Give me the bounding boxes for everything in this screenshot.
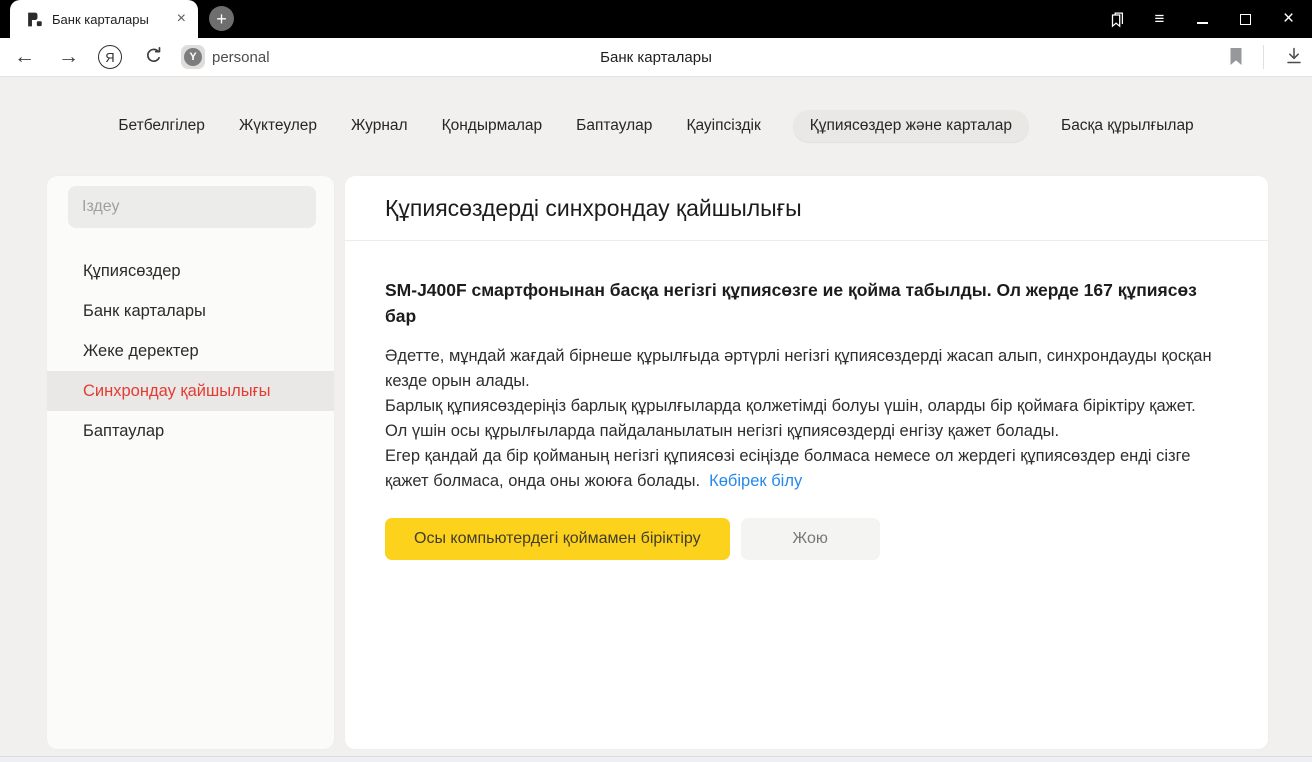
- browser-tab[interactable]: Банк карталары ×: [10, 0, 198, 38]
- page-heading: Құпиясөздерді синхрондау қайшылығы: [385, 195, 802, 222]
- paragraph-2: Барлық құпиясөздеріңіз барлық құрылғылар…: [385, 394, 1212, 444]
- plus-icon: +: [216, 10, 227, 28]
- sidebar-item-passwords[interactable]: Құпиясөздер: [47, 251, 334, 291]
- bookmark-flag-icon[interactable]: [1228, 47, 1244, 72]
- conflict-subheading: SM-J400F смартфонынан басқа негізгі құпи…: [385, 277, 1212, 329]
- close-window-icon: ×: [1283, 8, 1294, 30]
- sidebar-item-bank-cards[interactable]: Банк карталары: [47, 291, 334, 331]
- search-input[interactable]: [68, 186, 316, 228]
- main-header: Құпиясөздерді синхрондау қайшылығы: [345, 176, 1268, 241]
- tab-downloads[interactable]: Жүктеулер: [237, 110, 319, 142]
- side-panels-icon[interactable]: [1095, 0, 1138, 38]
- tab-bookmarks[interactable]: Бетбелгілер: [116, 110, 207, 142]
- sidebar-item-personal-data[interactable]: Жеке деректер: [47, 331, 334, 371]
- learn-more-link[interactable]: Көбірек білу: [709, 472, 802, 490]
- tab-settings[interactable]: Баптаулар: [574, 110, 654, 142]
- yandex-logo-icon[interactable]: Я: [98, 45, 122, 69]
- main-body: SM-J400F смартфонынан басқа негізгі құпи…: [345, 241, 1268, 560]
- protect-badge[interactable]: Y personal: [181, 45, 270, 69]
- browser-toolbar: Банк карталары ← → Я Y personal: [0, 38, 1312, 77]
- button-row: Осы компьютердегі қоймамен біріктіру Жою: [385, 518, 1212, 560]
- delete-button[interactable]: Жою: [741, 518, 880, 560]
- paragraph-3: Егер қандай да бір қойманың негізгі құпи…: [385, 444, 1212, 494]
- key-favicon-icon: [26, 11, 43, 28]
- browser-window: Банк карталары × + ≡ × Банк карталары: [0, 0, 1312, 762]
- tab-passwords-and-cards[interactable]: Құпиясөздер және карталар: [793, 110, 1029, 142]
- merge-with-local-storage-button[interactable]: Осы компьютердегі қоймамен біріктіру: [385, 518, 730, 560]
- sidebar: Құпиясөздер Банк карталары Жеке деректер…: [47, 176, 334, 749]
- close-window-button[interactable]: ×: [1267, 0, 1310, 38]
- protect-label: personal: [212, 49, 270, 66]
- maximize-button[interactable]: [1224, 0, 1267, 38]
- tab-close-icon[interactable]: ×: [175, 11, 188, 27]
- settings-nav-tabs: Бетбелгілер Жүктеулер Журнал Қондырмалар…: [0, 107, 1312, 145]
- window-controls: ≡ ×: [1095, 0, 1310, 38]
- forward-button[interactable]: →: [58, 38, 79, 76]
- tab-bar: Банк карталары × + ≡ ×: [0, 0, 1312, 38]
- menu-icon[interactable]: ≡: [1138, 0, 1181, 38]
- new-tab-button[interactable]: +: [209, 6, 234, 31]
- download-icon[interactable]: [1284, 46, 1304, 71]
- protect-shield-icon: Y: [181, 45, 205, 69]
- toolbar-divider: [1263, 45, 1264, 69]
- tab-security[interactable]: Қауіпсіздік: [684, 110, 762, 142]
- back-button[interactable]: ←: [14, 38, 35, 76]
- tab-other-devices[interactable]: Басқа құрылғылар: [1059, 110, 1196, 142]
- refresh-icon[interactable]: [143, 46, 164, 72]
- tab-history[interactable]: Журнал: [349, 110, 410, 142]
- sidebar-item-settings[interactable]: Баптаулар: [47, 411, 334, 451]
- tab-extensions[interactable]: Қондырмалар: [440, 110, 545, 142]
- minimize-button[interactable]: [1181, 0, 1224, 38]
- main-panel: Құпиясөздерді синхрондау қайшылығы SM-J4…: [345, 176, 1268, 749]
- sidebar-list: Құпиясөздер Банк карталары Жеке деректер…: [47, 251, 334, 451]
- window-bottom-edge: [0, 756, 1312, 762]
- tab-title: Банк карталары: [52, 12, 166, 27]
- paragraph-1: Әдетте, мұндай жағдай бірнеше құрылғыда …: [385, 344, 1212, 394]
- sidebar-item-sync-conflict[interactable]: Синхрондау қайшылығы: [47, 371, 334, 411]
